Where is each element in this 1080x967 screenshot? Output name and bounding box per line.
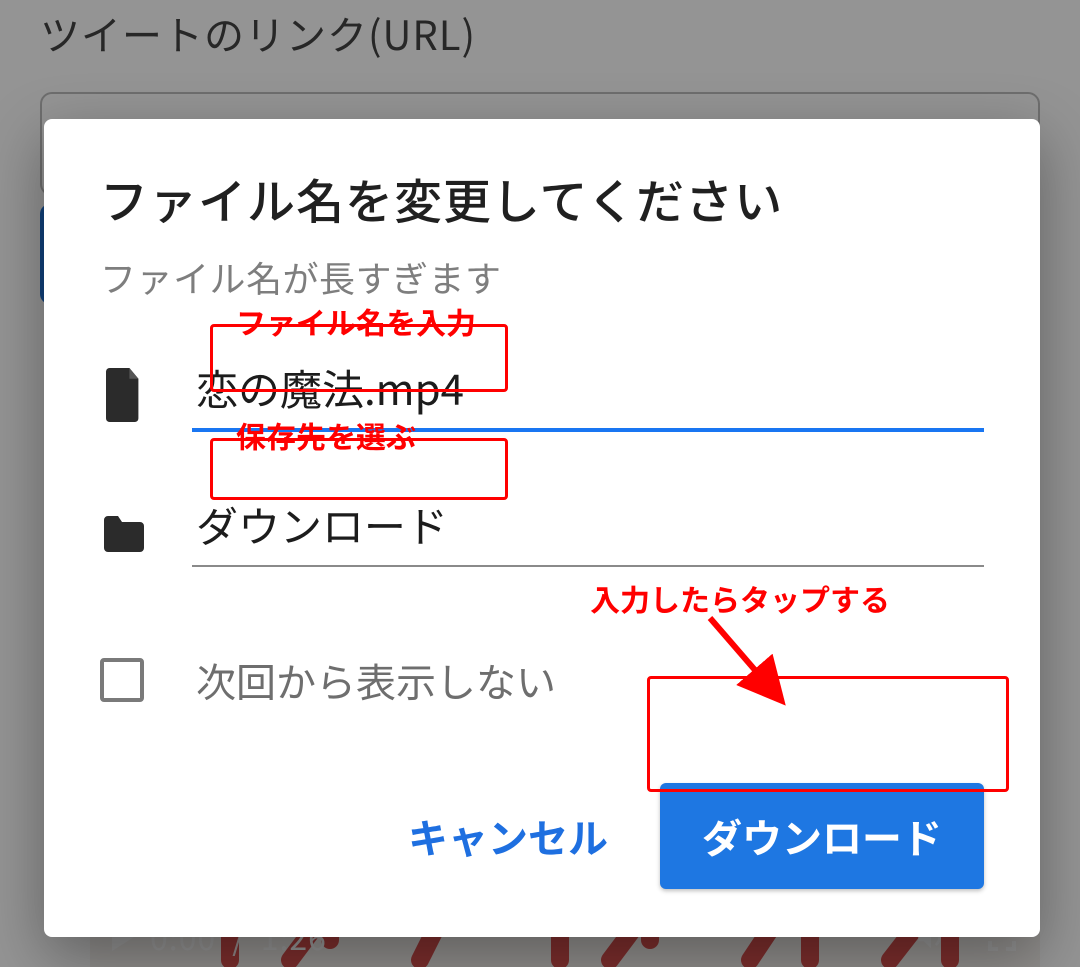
download-button[interactable]: ダウンロード [660, 783, 984, 889]
dialog-title: ファイル名を変更してください [100, 163, 984, 233]
dont-show-checkbox[interactable] [100, 658, 144, 702]
annotation-arrow [700, 608, 820, 728]
annotation-filename-box [210, 324, 508, 392]
file-icon [100, 368, 148, 432]
annotation-folder-box [210, 438, 508, 500]
rename-dialog: ファイル名を変更してください ファイル名が長すぎます 次回から表示しない キャン… [44, 119, 1040, 937]
dialog-subtitle: ファイル名が長すぎます [100, 251, 984, 303]
dont-show-label: 次回から表示しない [196, 651, 556, 709]
folder-icon [100, 515, 148, 567]
cancel-button[interactable]: キャンセル [394, 787, 622, 885]
